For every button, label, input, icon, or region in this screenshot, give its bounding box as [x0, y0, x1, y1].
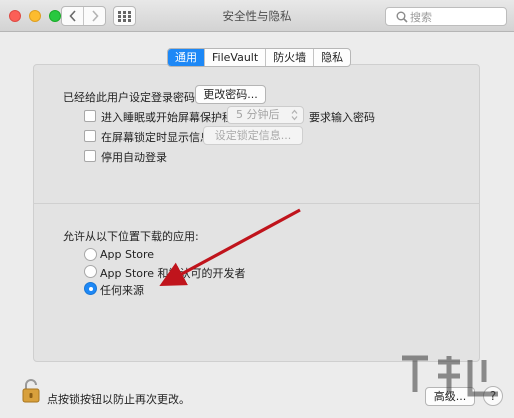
section-divider — [33, 203, 480, 204]
lock-icon[interactable] — [22, 379, 40, 403]
downloads-heading: 允许从以下位置下载的应用: — [63, 230, 199, 243]
show-lock-message-label: 在屏幕锁定时显示信息 — [101, 131, 211, 144]
help-button[interactable]: ? — [483, 386, 503, 406]
require-password-label: 进入睡眠或开始屏幕保护程序 — [101, 111, 244, 124]
radio-anywhere-label: 任何来源 — [100, 284, 144, 297]
lock-instruction-text: 点按锁按钮以防止再次更改。 — [47, 393, 190, 406]
change-password-button[interactable]: 更改密码... — [195, 85, 266, 104]
title-bar: 安全性与隐私 搜索 — [0, 0, 514, 32]
radio-app-store[interactable] — [84, 248, 97, 261]
search-icon — [396, 11, 408, 23]
tab-filevault[interactable]: FileVault — [204, 49, 265, 66]
disable-auto-login-label: 停用自动登录 — [101, 151, 167, 164]
radio-app-store-label: App Store — [100, 248, 155, 261]
search-placeholder: 搜索 — [410, 10, 432, 24]
advanced-button[interactable]: 高级... — [425, 387, 475, 406]
show-lock-message-checkbox[interactable] — [84, 130, 96, 142]
tab-general[interactable]: 通用 — [168, 49, 204, 66]
radio-identified-developers[interactable] — [84, 265, 97, 278]
radio-anywhere[interactable] — [84, 282, 97, 295]
radio-identified-developers-label: App Store 和被认可的开发者 — [100, 267, 246, 280]
tab-privacy[interactable]: 隐私 — [313, 49, 350, 66]
login-password-label: 已经给此用户设定登录密码 — [63, 91, 195, 104]
require-password-checkbox[interactable] — [84, 110, 96, 122]
set-lock-message-button[interactable]: 设定锁定信息... — [203, 126, 303, 145]
search-field[interactable]: 搜索 — [385, 7, 507, 26]
password-delay-value: 5 分钟后 — [236, 108, 280, 121]
require-password-suffix: 要求输入密码 — [309, 111, 375, 124]
disable-auto-login-checkbox[interactable] — [84, 150, 96, 162]
password-delay-popup[interactable]: 5 分钟后 — [227, 106, 304, 124]
tab-bar: 通用 FileVault 防火墙 隐私 — [167, 48, 352, 67]
popup-arrows-icon — [291, 109, 298, 121]
tab-firewall[interactable]: 防火墙 — [265, 49, 313, 66]
